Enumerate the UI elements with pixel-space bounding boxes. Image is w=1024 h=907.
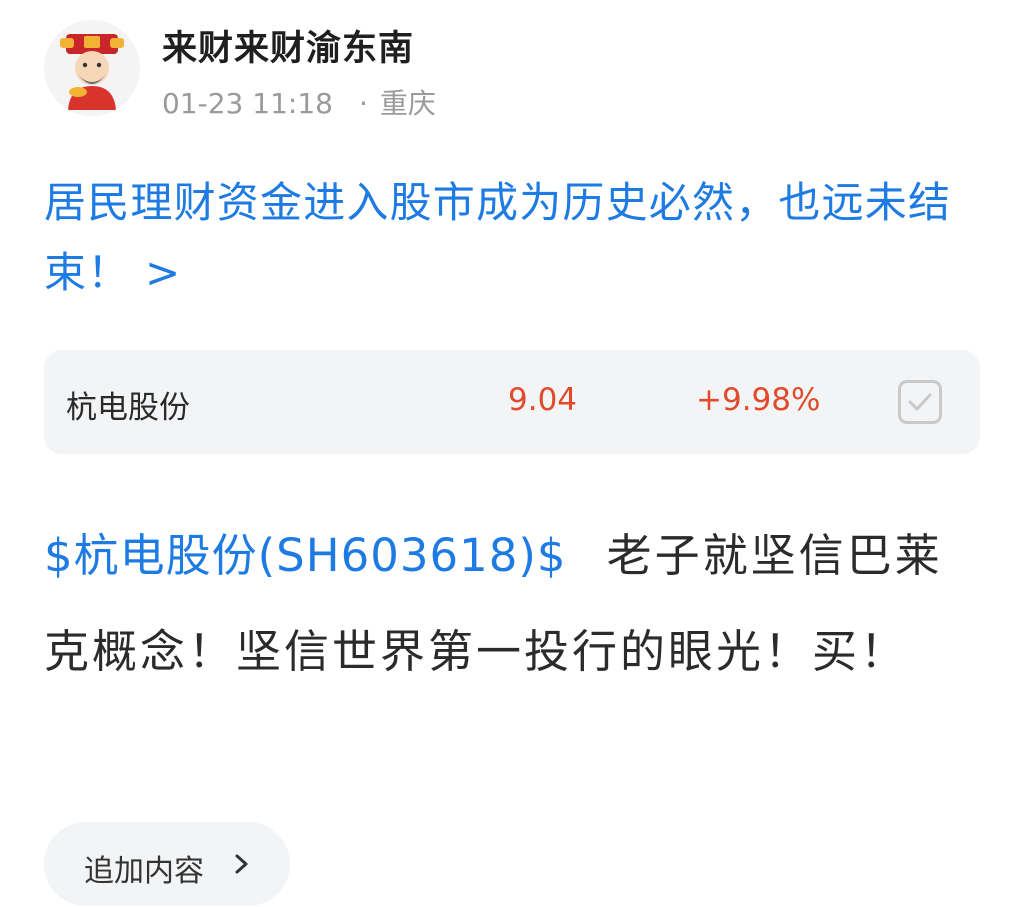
post-location: 重庆 — [379, 87, 436, 120]
stock-price: 9.04 — [508, 382, 578, 418]
god-of-wealth-avatar-icon[interactable] — [44, 20, 140, 116]
chevron-right-icon — [230, 848, 254, 880]
append-content-button[interactable]: 追加内容 — [44, 822, 290, 906]
post-header: 来财来财渝东南 01-23 11:18 · 重庆 — [44, 16, 984, 126]
post-title-link[interactable]: 居民理财资金进入股市成为历史必然，也远未结束！ > — [44, 168, 989, 308]
author-name[interactable]: 来财来财渝东南 — [162, 20, 414, 71]
stock-change: +9.98% — [696, 382, 821, 418]
stock-name: 杭电股份 — [66, 390, 190, 426]
post-time: 01-23 11:18 — [162, 87, 333, 120]
post-meta: 01-23 11:18 · 重庆 — [162, 82, 436, 122]
meta-separator: · — [358, 87, 368, 120]
post-page: 来财来财渝东南 01-23 11:18 · 重庆 居民理财资金进入股市成为历史必然，… — [0, 0, 1024, 907]
stock-tag-link[interactable]: $杭电股份(SH603618)$ — [44, 529, 567, 582]
checkbox-icon[interactable] — [898, 380, 942, 424]
append-content-label: 追加内容 — [84, 854, 204, 889]
post-body: $杭电股份(SH603618)$ 老子就坚信巴莱克概念！坚信世界第一投行的眼光！买… — [44, 508, 989, 700]
stock-card[interactable]: 杭电股份 9.04 +9.98% — [44, 350, 980, 454]
